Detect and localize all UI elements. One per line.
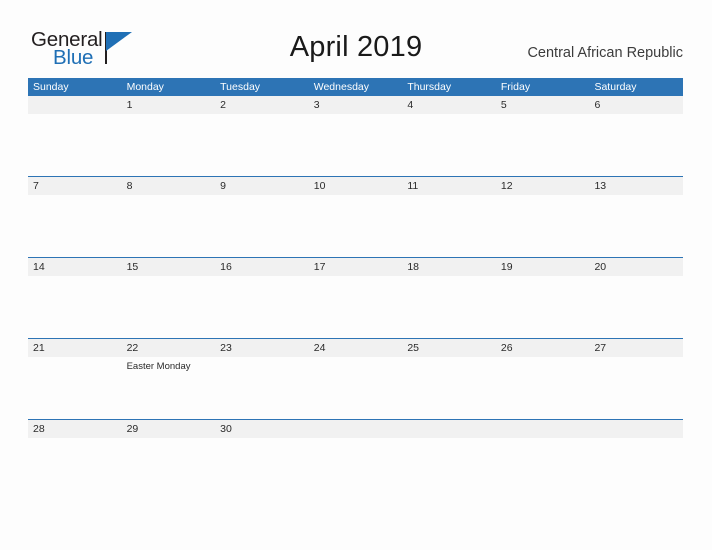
day-cell-number[interactable]: 14: [28, 258, 122, 276]
day-cell-event: [122, 195, 216, 257]
day-cell-event-easter-monday: Easter Monday: [126, 361, 191, 372]
weekday-header-monday: Monday: [126, 81, 164, 93]
day-cell-number[interactable]: 8: [122, 177, 216, 195]
weekday-header-tuesday: Tuesday: [220, 81, 261, 93]
week-row: 1 2 3 4 5 6: [28, 96, 683, 176]
day-cell-number[interactable]: 5: [496, 96, 590, 114]
weekday-header-thursday: Thursday: [407, 81, 452, 93]
weekday-header-saturday: Saturday: [594, 81, 637, 93]
day-cell-number[interactable]: 1: [122, 96, 216, 114]
day-cell-number[interactable]: [589, 420, 683, 438]
day-cell-event: [402, 357, 496, 419]
day-cell-number[interactable]: 25: [402, 339, 496, 357]
week-day-number-band: 21 22 23 24 25 26 27: [28, 339, 683, 357]
day-cell-number[interactable]: 20: [589, 258, 683, 276]
day-cell-number[interactable]: 23: [215, 339, 309, 357]
week-event-band: [28, 438, 683, 452]
day-cell-event: [215, 114, 309, 176]
day-cell-event: [215, 438, 309, 452]
day-cell-number[interactable]: 18: [402, 258, 496, 276]
day-cell-number[interactable]: 16: [215, 258, 309, 276]
day-cell-number[interactable]: 17: [309, 258, 403, 276]
day-cell-number[interactable]: 7: [28, 177, 122, 195]
day-cell-event: [589, 195, 683, 257]
day-cell-number[interactable]: 2: [215, 96, 309, 114]
day-cell-number[interactable]: 27: [589, 339, 683, 357]
day-cell-event: [496, 195, 590, 257]
day-cell-number[interactable]: 10: [309, 177, 403, 195]
day-cell-event: [215, 195, 309, 257]
week-row: 28 29 30: [28, 419, 683, 452]
day-cell-event: [28, 438, 122, 452]
region-label: Central African Republic: [527, 45, 683, 61]
day-cell-event: [589, 276, 683, 338]
day-cell-number[interactable]: 21: [28, 339, 122, 357]
day-cell-number[interactable]: 13: [589, 177, 683, 195]
weekday-header-sunday: Sunday: [33, 81, 69, 93]
week-event-band: [28, 276, 683, 338]
day-cell-event: [122, 438, 216, 452]
day-cell-event: [589, 114, 683, 176]
week-event-band: Easter Monday: [28, 357, 683, 419]
day-cell-number[interactable]: 30: [215, 420, 309, 438]
day-cell-number[interactable]: 12: [496, 177, 590, 195]
day-cell-event: [496, 357, 590, 419]
day-cell-number[interactable]: 19: [496, 258, 590, 276]
day-cell-number[interactable]: 4: [402, 96, 496, 114]
day-cell-event: [402, 438, 496, 452]
day-cell-number[interactable]: 24: [309, 339, 403, 357]
day-cell-event: [215, 357, 309, 419]
week-day-number-band: 14 15 16 17 18 19 20: [28, 258, 683, 276]
day-cell-event: [496, 438, 590, 452]
weekday-header-friday: Friday: [500, 81, 531, 93]
week-event-band: [28, 114, 683, 176]
day-cell-event: [402, 195, 496, 257]
day-cell-event: [28, 114, 122, 176]
day-cell-event: [309, 195, 403, 257]
day-cell-number[interactable]: 11: [402, 177, 496, 195]
week-day-number-band: 28 29 30: [28, 420, 683, 438]
day-cell-event: [122, 114, 216, 176]
day-cell-event: [496, 276, 590, 338]
calendar-page: General Blue April 2019 Central African …: [0, 0, 712, 550]
week-row: 7 8 9 10 11 12 13: [28, 176, 683, 257]
day-cell-number[interactable]: 3: [309, 96, 403, 114]
week-event-band: [28, 195, 683, 257]
day-cell-event: [215, 276, 309, 338]
day-cell-event: [28, 276, 122, 338]
day-cell-event: [309, 114, 403, 176]
day-cell-event: [589, 357, 683, 419]
day-cell-event: [589, 438, 683, 452]
calendar-grid: Sunday Monday Tuesday Wednesday Thursday…: [28, 78, 683, 452]
week-row: 14 15 16 17 18 19 20: [28, 257, 683, 338]
day-cell-event: [28, 195, 122, 257]
day-cell-number[interactable]: 28: [28, 420, 122, 438]
day-cell-event: [309, 276, 403, 338]
day-cell-event: [496, 114, 590, 176]
day-cell-event: [28, 357, 122, 419]
day-cell-number[interactable]: 6: [589, 96, 683, 114]
page-header: General Blue April 2019 Central African …: [0, 0, 712, 78]
day-cell-number[interactable]: 9: [215, 177, 309, 195]
day-cell-event: [309, 438, 403, 452]
day-cell-number[interactable]: [402, 420, 496, 438]
day-cell-event: [402, 276, 496, 338]
day-cell-number[interactable]: 15: [122, 258, 216, 276]
week-day-number-band: 7 8 9 10 11 12 13: [28, 177, 683, 195]
day-cell-number[interactable]: 22: [122, 339, 216, 357]
day-cell-number[interactable]: [28, 96, 122, 114]
day-cell-event: [309, 357, 403, 419]
day-cell-number[interactable]: 26: [496, 339, 590, 357]
day-cell-number[interactable]: [496, 420, 590, 438]
day-cell-event: [402, 114, 496, 176]
weekday-header-row: Sunday Monday Tuesday Wednesday Thursday…: [28, 78, 683, 96]
week-day-number-band: 1 2 3 4 5 6: [28, 96, 683, 114]
day-cell-number[interactable]: 29: [122, 420, 216, 438]
day-cell-event: [122, 276, 216, 338]
day-cell-number[interactable]: [309, 420, 403, 438]
weekday-header-wednesday: Wednesday: [313, 81, 369, 93]
week-row: 21 22 23 24 25 26 27 Easter Monday: [28, 338, 683, 419]
